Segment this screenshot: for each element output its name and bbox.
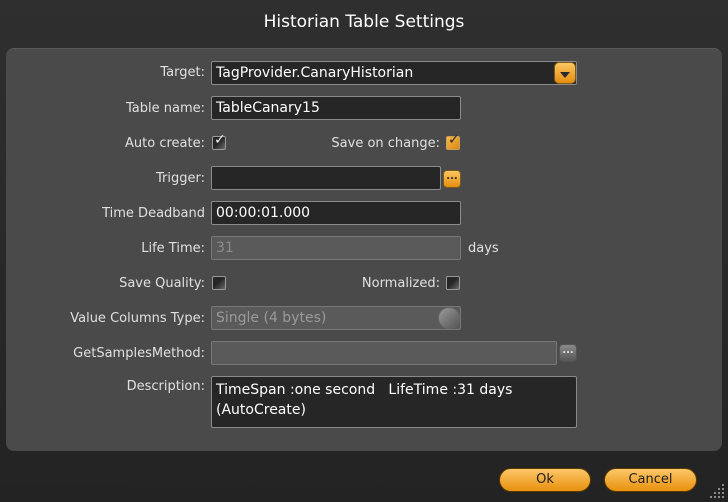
auto-create-checkbox[interactable]: ✓	[212, 132, 226, 150]
time-deadband-label: Time Deadband	[102, 206, 205, 221]
auto-create-label: Auto create:	[125, 136, 205, 151]
value-columns-type-dropdown-button[interactable]	[438, 307, 460, 329]
target-dropdown-button[interactable]	[554, 62, 576, 84]
ellipsis-icon: ...	[562, 345, 574, 356]
target-value: TagProvider.CanaryHistorian	[216, 65, 414, 81]
life-time-input[interactable]: 31	[211, 236, 461, 260]
normalized-label: Normalized:	[361, 276, 440, 291]
save-quality-label: Save Quality:	[119, 276, 205, 291]
trigger-browse-button[interactable]: ...	[443, 170, 461, 188]
value-columns-type-label: Value Columns Type:	[70, 311, 205, 326]
target-label: Target:	[160, 65, 205, 80]
resize-grip-icon[interactable]	[708, 482, 726, 500]
description-label: Description:	[126, 379, 205, 394]
check-icon: ✓	[448, 132, 460, 148]
value-columns-type-select[interactable]: Single (4 bytes)	[211, 306, 461, 330]
save-quality-checkbox[interactable]	[212, 276, 226, 290]
target-select[interactable]: TagProvider.CanaryHistorian	[211, 61, 577, 85]
normalized-checkbox[interactable]	[446, 276, 460, 290]
life-time-label: Life Time:	[141, 241, 205, 256]
time-deadband-input[interactable]: 00:00:01.000	[211, 201, 461, 225]
save-on-change-label: Save on change:	[331, 136, 440, 151]
table-name-input[interactable]: TableCanary15	[211, 96, 461, 120]
ok-button[interactable]: Ok	[499, 468, 591, 492]
dialog-title: Historian Table Settings	[263, 12, 465, 32]
cancel-button[interactable]: Cancel	[604, 468, 697, 492]
value-columns-type-value: Single (4 bytes)	[216, 310, 327, 326]
chevron-down-icon	[560, 72, 570, 78]
trigger-label: Trigger:	[156, 171, 205, 186]
get-samples-method-input[interactable]	[211, 341, 557, 365]
life-time-unit: days	[468, 241, 499, 256]
get-samples-method-browse-button[interactable]: ...	[559, 344, 577, 362]
ellipsis-icon: ...	[446, 171, 458, 182]
save-on-change-checkbox[interactable]: ✓	[446, 132, 460, 150]
check-icon: ✓	[214, 132, 226, 148]
get-samples-method-label: GetSamplesMethod:	[73, 346, 205, 361]
table-name-label: Table name:	[126, 101, 205, 116]
trigger-input[interactable]	[211, 166, 441, 190]
description-textarea[interactable]: TimeSpan :one second LifeTime :31 days (…	[211, 376, 577, 428]
